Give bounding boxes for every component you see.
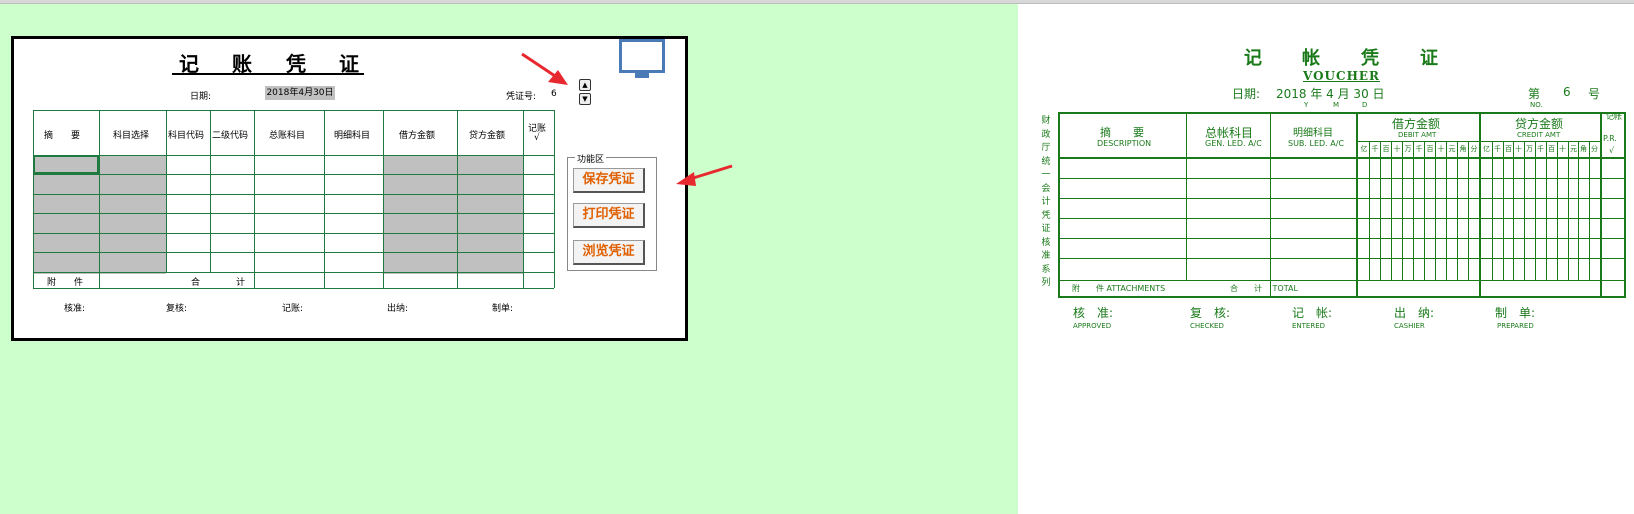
- total-label: 合 计 TOTAL: [1230, 284, 1298, 293]
- ymd-y: Y: [1304, 101, 1309, 109]
- digit-divider: [1402, 142, 1403, 280]
- voucher-date-label: 日期:: [1232, 87, 1261, 101]
- voucher-title-char: 记: [1244, 48, 1262, 69]
- vfooter-checked-cn: 复 核:: [1190, 306, 1231, 320]
- digit-divider: [1369, 142, 1370, 280]
- digit-divider: [1424, 142, 1425, 280]
- vfooter-checked-en: CHECKED: [1190, 322, 1224, 330]
- voucher-no-label: 第: [1528, 87, 1541, 101]
- voucher-preview: 记 帐 凭 证 VOUCHER 日期: 2018 年 4 月 30 日 Y M …: [0, 0, 1634, 514]
- hdr-debit-en: DEBIT AMT: [1398, 131, 1437, 139]
- attach-label: 附 件 ATTACHMENTS: [1072, 284, 1166, 293]
- credit-digit-label: 亿: [1483, 145, 1490, 153]
- vfooter-prepared-cn: 制 单:: [1495, 306, 1536, 320]
- credit-digit-label: 角: [1580, 145, 1587, 153]
- hdr-pr-check: √: [1609, 146, 1615, 155]
- digit-divider: [1524, 142, 1525, 280]
- digit-divider: [1589, 142, 1590, 280]
- debit-digit-label: 十: [1393, 145, 1401, 153]
- credit-digit-label: 千: [1537, 145, 1544, 153]
- hdr-desc-cn: 摘 要: [1100, 126, 1144, 139]
- hdr-credit-cn: 贷方金额: [1515, 117, 1564, 131]
- hdr-debit-cn: 借方金额: [1392, 117, 1441, 131]
- voucher-title-char: 凭: [1361, 48, 1379, 69]
- side-vertical-text: 财政厅统一会计凭证核准系列: [1041, 116, 1051, 288]
- credit-digit-label: 百: [1548, 145, 1555, 153]
- digit-divider: [1503, 142, 1504, 280]
- vfooter-prepared-en: PREPARED: [1497, 322, 1534, 330]
- debit-digit-label: 角: [1459, 145, 1467, 153]
- digit-divider: [1492, 142, 1493, 280]
- voucher-title-char: 帐: [1302, 48, 1320, 69]
- credit-digit-label: 百: [1505, 145, 1512, 153]
- credit-digit-label: 分: [1591, 145, 1598, 153]
- ymd-d: D: [1362, 101, 1368, 109]
- debit-digit-label: 元: [1448, 145, 1456, 153]
- digit-divider: [1557, 142, 1558, 280]
- vfooter-cashier-en: CASHIER: [1394, 322, 1425, 330]
- voucher-subtitle: VOUCHER: [1303, 69, 1381, 83]
- vfooter-entered-en: ENTERED: [1292, 322, 1326, 330]
- voucher-title-char: 证: [1420, 48, 1438, 69]
- hdr-pr-cn: 记帐: [1606, 112, 1622, 121]
- debit-digit-label: 亿: [1360, 145, 1368, 153]
- debit-digit-label: 百: [1382, 145, 1390, 153]
- digit-divider: [1380, 142, 1381, 280]
- debit-digit-label: 分: [1470, 145, 1478, 153]
- voucher-date-value: 2018 年 4 月 30 日: [1276, 87, 1385, 101]
- hdr-gen-en: GEN. LED. A/C: [1205, 139, 1262, 148]
- debit-digit-label: 十: [1437, 145, 1445, 153]
- vfooter-entered-cn: 记 帐:: [1292, 306, 1333, 320]
- debit-digit-label: 万: [1404, 145, 1412, 153]
- hdr-credit-en: CREDIT AMT: [1517, 131, 1561, 139]
- digit-divider: [1568, 142, 1569, 280]
- credit-digit-label: 元: [1570, 145, 1577, 153]
- hdr-sub-en: SUB. LED. A/C: [1288, 139, 1345, 148]
- digit-divider: [1391, 142, 1392, 280]
- digit-divider: [1435, 142, 1436, 280]
- ymd-m: M: [1333, 101, 1340, 109]
- vfooter-approved-en: APPROVED: [1073, 322, 1112, 330]
- hdr-sub-cn: 明细科目: [1293, 128, 1333, 139]
- credit-digit-label: 十: [1559, 145, 1566, 153]
- digit-divider: [1468, 142, 1469, 280]
- digit-divider: [1413, 142, 1414, 280]
- credit-digit-label: 十: [1515, 145, 1522, 153]
- digit-divider: [1535, 142, 1536, 280]
- hdr-pr-en: P.R.: [1603, 134, 1617, 143]
- digit-divider: [1578, 142, 1579, 280]
- digit-divider: [1446, 142, 1447, 280]
- voucher-no-value: 6: [1563, 85, 1571, 99]
- debit-digit-label: 百: [1426, 145, 1434, 153]
- debit-digit-label: 千: [1371, 145, 1379, 153]
- credit-digit-label: 万: [1526, 145, 1533, 153]
- voucher-no-en: NO.: [1530, 101, 1543, 109]
- hdr-desc-en: DESCRIPTION: [1097, 139, 1152, 148]
- voucher-no-suffix: 号: [1588, 87, 1601, 101]
- vfooter-cashier-cn: 出 纳:: [1394, 306, 1435, 320]
- digit-divider: [1513, 142, 1514, 280]
- digit-divider: [1546, 142, 1547, 280]
- debit-digit-label: 千: [1415, 145, 1423, 153]
- vfooter-approved-cn: 核 准:: [1073, 306, 1114, 320]
- digit-divider: [1457, 142, 1458, 280]
- credit-digit-label: 千: [1494, 145, 1501, 153]
